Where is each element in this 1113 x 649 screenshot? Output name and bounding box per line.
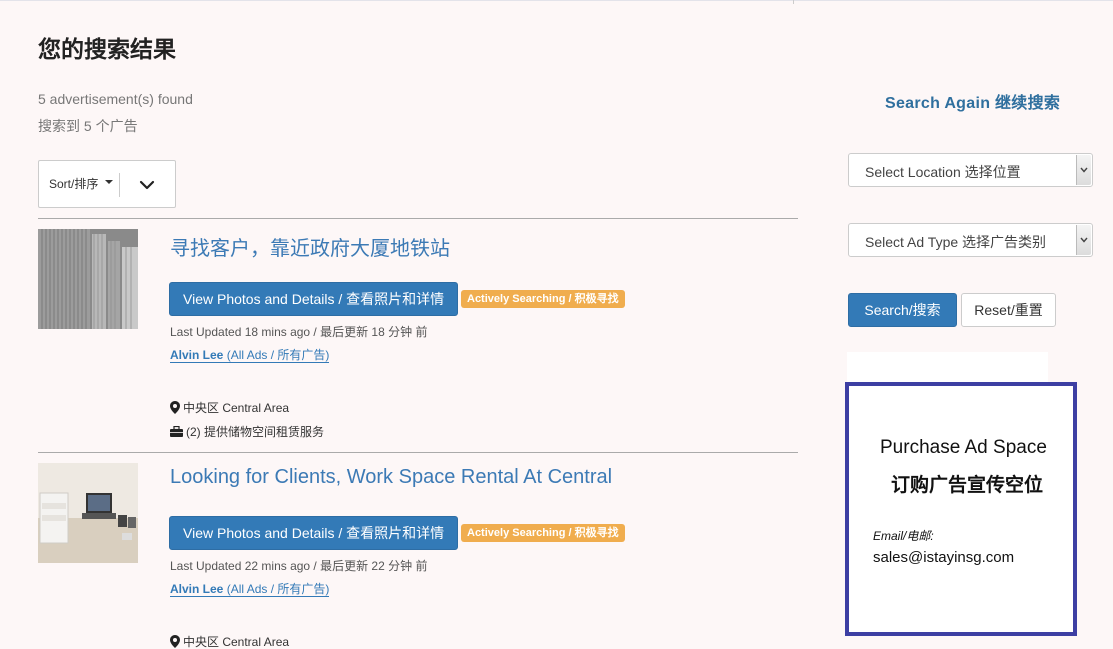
select-arrow <box>1076 225 1091 255</box>
results-count-en: 5 advertisement(s) found <box>38 91 193 107</box>
last-updated: Last Updated 22 mins ago / 最后更新 22 分钟 前 <box>170 559 428 573</box>
adtype-select-value: Select Ad Type 选择广告类别 <box>865 234 1047 250</box>
search-again-link[interactable]: Search Again 继续搜索 <box>885 89 1060 113</box>
category-text: (2) 提供储物空间租赁服务 <box>186 425 325 439</box>
author-name[interactable]: Alvin Lee <box>170 348 223 362</box>
listing-thumbnail[interactable] <box>38 229 138 329</box>
results-count-cn: 搜索到 5 个广告 <box>38 118 138 134</box>
location-text: 中央区 Central Area <box>183 401 290 415</box>
author-link[interactable]: Alvin Lee (All Ads / 所有广告) <box>170 582 330 597</box>
office-desk-image <box>38 463 138 563</box>
listing-title[interactable]: Looking for Clients, Work Space Rental A… <box>170 466 612 489</box>
status-badge: Actively Searching / 积极寻找 <box>461 290 625 308</box>
search-button[interactable]: Search/搜索 <box>848 293 957 327</box>
status-badge: Actively Searching / 积极寻找 <box>461 524 625 542</box>
map-marker-icon <box>170 635 180 648</box>
listing-location: 中央区 Central Area <box>170 633 289 649</box>
ad-title-en: Purchase Ad Space <box>880 437 1047 458</box>
location-text: 中央区 Central Area <box>183 635 290 649</box>
caret-down-icon <box>105 180 113 184</box>
location-select[interactable]: Select Location 选择位置 <box>848 153 1093 187</box>
ad-title-cn: 订购广告宣传空位 <box>891 475 1044 496</box>
reset-button[interactable]: Reset/重置 <box>961 293 1056 327</box>
divider <box>38 452 798 453</box>
ad-email[interactable]: sales@istayinsg.com <box>873 549 1014 566</box>
sort-label: Sort/排序 <box>49 177 99 191</box>
page-title: 您的搜索结果 <box>38 36 176 63</box>
listing-title[interactable]: 寻找客户，靠近政府大厦地铁站 <box>170 232 450 261</box>
sort-separator <box>119 173 120 197</box>
top-border <box>0 0 1113 4</box>
ad-banner[interactable] <box>845 382 1077 636</box>
divider <box>38 218 798 219</box>
chevron-down-icon[interactable] <box>135 173 159 197</box>
map-marker-icon <box>170 401 180 414</box>
chevron-down-icon <box>1080 237 1088 243</box>
author-link[interactable]: Alvin Lee (All Ads / 所有广告) <box>170 348 330 363</box>
chevron-down-icon <box>1080 167 1088 173</box>
last-updated: Last Updated 18 mins ago / 最后更新 18 分钟 前 <box>170 325 428 339</box>
view-details-button[interactable]: View Photos and Details / 查看照片和详情 <box>169 516 459 550</box>
all-ads-link[interactable]: (All Ads / 所有广告) <box>227 348 330 362</box>
listing-location: 中央区 Central Area <box>170 399 289 416</box>
all-ads-link[interactable]: (All Ads / 所有广告) <box>227 582 330 596</box>
briefcase-icon <box>170 426 183 437</box>
listing-thumbnail[interactable] <box>38 463 138 563</box>
adtype-select[interactable]: Select Ad Type 选择广告类别 <box>848 223 1093 257</box>
roller-shutter-image <box>38 229 138 329</box>
author-name[interactable]: Alvin Lee <box>170 582 223 596</box>
listing-category: (2) 提供储物空间租赁服务 <box>170 423 324 440</box>
view-details-button[interactable]: View Photos and Details / 查看照片和详情 <box>169 282 459 316</box>
sort-dropdown[interactable]: Sort/排序 <box>38 160 176 208</box>
ad-email-label: Email/电邮: <box>873 529 934 543</box>
location-select-value: Select Location 选择位置 <box>865 164 1021 180</box>
select-arrow <box>1076 155 1091 185</box>
